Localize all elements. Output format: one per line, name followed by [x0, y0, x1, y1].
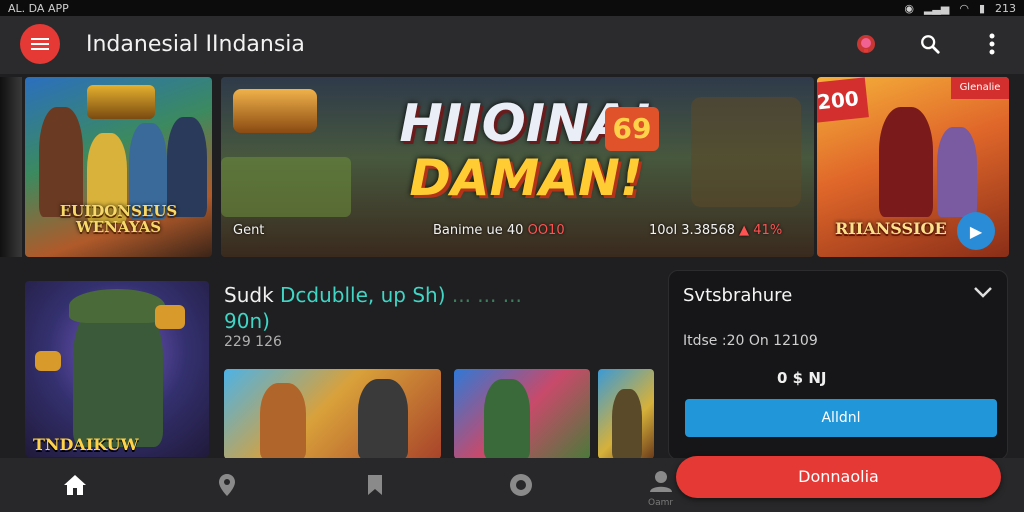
refresh-icon — [510, 474, 532, 496]
banner-2-caption-mid: Banime ue 40 OO10 — [433, 223, 565, 238]
banner-logo — [87, 85, 155, 119]
scene-decoration — [221, 157, 351, 217]
character-figure — [937, 127, 977, 217]
banner-card-3[interactable]: 6200 Glenalie RIIANSSIOE ▶ — [817, 77, 1009, 257]
panel-line: Itdse :20 On 12109 — [683, 333, 818, 349]
caption-right-text: 10ol 3.38568 — [649, 223, 735, 238]
mini-game-card-2[interactable] — [454, 369, 590, 459]
nav-home[interactable] — [60, 470, 90, 500]
banner-3-title: RIIANSSIOE — [835, 219, 947, 238]
app-bar: Indanesial IIndansia — [0, 16, 1024, 74]
app-title: Indanesial IIndansia — [86, 32, 305, 57]
status-left-text: AL. DA APP — [8, 1, 69, 15]
caption-mid-text: Banime ue 40 — [433, 223, 524, 238]
feature-title-plain: Sudk — [224, 283, 281, 307]
menu-icon — [31, 43, 49, 45]
headline-line-2: DAMAN! — [409, 149, 643, 207]
more-vert-icon — [989, 33, 995, 55]
feature-title-line2: 90n) — [224, 309, 270, 333]
banner-3-ribbon: Glenalie — [951, 77, 1009, 99]
character-figure — [612, 389, 642, 459]
search-icon — [921, 35, 940, 54]
profile-icon — [650, 471, 672, 492]
wifi-icon: ◠ — [959, 1, 969, 15]
notification-button[interactable] — [852, 30, 880, 58]
banner-2-caption-left: Gent — [233, 223, 265, 238]
panel-title: Svtsbrahure — [683, 285, 793, 306]
nav-profile[interactable] — [646, 466, 676, 496]
nav-refresh[interactable] — [506, 470, 536, 500]
feature-title-dim: ... ... ... — [445, 283, 522, 307]
feature-thumbnail-caption: TNDAIKUW — [33, 435, 139, 454]
status-icons: ◉ ▂▃▅ ◠ ▮ 213 — [904, 2, 1016, 15]
status-bar: AL. DA APP ◉ ▂▃▅ ◠ ▮ 213 — [0, 0, 1024, 16]
panel-action-button[interactable]: Alldnl — [685, 399, 997, 437]
coin-decoration — [155, 305, 185, 329]
coin-decoration — [35, 351, 61, 371]
nav-bookmark[interactable] — [360, 470, 390, 500]
banner-card-1[interactable]: EUIDONSEUS WENAYAS — [25, 77, 212, 257]
chevron-down-icon[interactable] — [973, 283, 993, 304]
status-time: 213 — [995, 1, 1016, 15]
caption-mid-highlight: OO10 — [527, 223, 565, 238]
banner-2-caption-right: 10ol 3.38568 ▲ 41% — [649, 223, 782, 238]
feature-thumbnail[interactable]: TNDAIKUW — [25, 281, 209, 457]
feature-title-highlight: Dcdublle, up Sh) — [280, 283, 446, 307]
info-panel: Svtsbrahure Itdse :20 On 12109 0 $ NJ Al… — [668, 270, 1008, 460]
nav-location[interactable] — [212, 470, 242, 500]
character-figure — [260, 383, 306, 459]
character-figure — [358, 379, 408, 459]
character-figure — [39, 107, 83, 217]
character-hat — [69, 289, 165, 323]
mini-game-card-1[interactable] — [224, 369, 441, 459]
signal-icon: ▂▃▅ — [923, 1, 950, 15]
more-button[interactable] — [978, 30, 1006, 58]
banner-prev-peek[interactable] — [0, 77, 22, 257]
character-figure — [484, 379, 530, 459]
panel-value: 0 $ NJ — [777, 369, 827, 387]
banner-2-badge: 69 — [605, 107, 659, 151]
menu-button[interactable] — [20, 24, 60, 64]
app-screen: AL. DA APP ◉ ▂▃▅ ◠ ▮ 213 Indanesial IInd… — [0, 0, 1024, 512]
home-icon — [64, 475, 86, 495]
location-icon — [219, 474, 235, 496]
banner-card-2[interactable]: HIIOINA! DAMAN! 69 Gent Banime ue 40 OO1… — [221, 77, 814, 257]
scene-decoration — [691, 97, 801, 207]
character-figure — [879, 107, 933, 217]
nav-profile-label: Oamr — [648, 498, 674, 508]
banner-1-title: EUIDONSEUS WENAYAS — [59, 202, 178, 236]
download-button[interactable]: Donnaolia — [676, 456, 1001, 498]
alarm-icon: ◉ — [904, 1, 914, 15]
banner-logo — [233, 89, 317, 133]
notification-icon — [857, 35, 875, 53]
feature-title[interactable]: Sudk Dcdublle, up Sh) ... ... ... 90n) — [224, 282, 644, 334]
mini-game-card-3[interactable] — [598, 369, 654, 459]
play-button[interactable]: ▶ — [957, 212, 995, 250]
caption-right-highlight: ▲ 41% — [739, 223, 783, 238]
banner-3-tag: 6200 — [817, 77, 869, 125]
play-icon: ▶ — [969, 221, 983, 241]
bookmark-icon — [368, 475, 382, 495]
battery-icon: ▮ — [978, 1, 985, 15]
feature-meta: 229 126 — [224, 334, 282, 350]
search-button[interactable] — [916, 30, 944, 58]
